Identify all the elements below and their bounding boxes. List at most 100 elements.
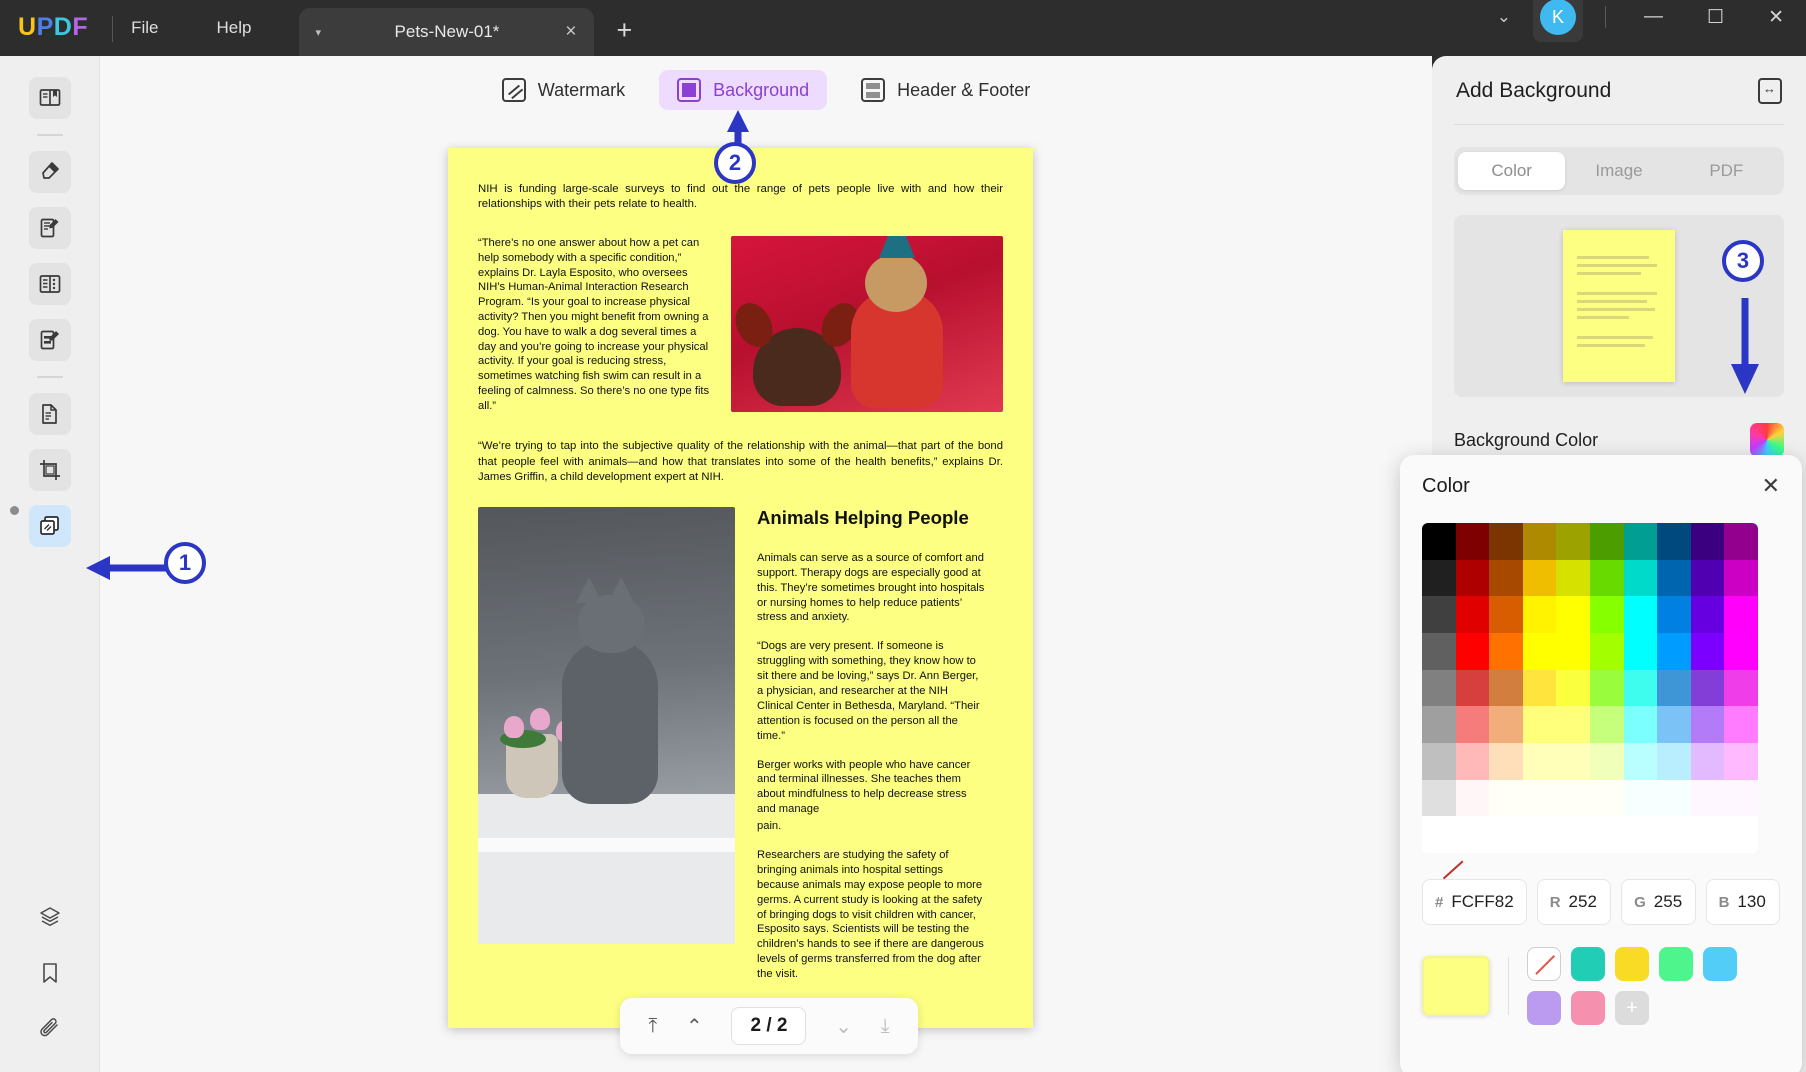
collapse-panel-icon[interactable]: [1758, 78, 1782, 104]
color-grid-cell[interactable]: [1489, 816, 1523, 853]
color-grid-cell[interactable]: [1556, 779, 1590, 817]
first-page-button[interactable]: ⤒: [648, 1015, 657, 1038]
color-grid-cell[interactable]: [1724, 633, 1758, 670]
rail-item-edit-pdf[interactable]: [28, 207, 71, 249]
color-grid-cell[interactable]: [1589, 816, 1624, 853]
color-grid-cell[interactable]: [1489, 633, 1523, 670]
color-grid-cell[interactable]: [1623, 779, 1658, 817]
color-grid-cell[interactable]: [1522, 559, 1557, 597]
color-grid-cell[interactable]: [1422, 779, 1456, 817]
color-grid-cell[interactable]: [1455, 743, 1490, 780]
color-grid-cell[interactable]: [1556, 816, 1590, 853]
color-grid-cell[interactable]: [1657, 523, 1691, 560]
tab-background[interactable]: Background: [659, 70, 828, 110]
color-grid-cell[interactable]: [1724, 816, 1758, 853]
color-grid-cell[interactable]: [1556, 706, 1590, 743]
color-grid-cell[interactable]: [1422, 523, 1456, 560]
rail-item-background-watermark[interactable]: [28, 505, 71, 547]
rail-item-layers[interactable]: [29, 896, 71, 938]
color-grid-cell[interactable]: [1724, 523, 1758, 560]
color-grid-cell[interactable]: [1623, 706, 1658, 743]
rail-item-convert[interactable]: [28, 393, 71, 435]
color-grid-cell[interactable]: [1657, 669, 1691, 707]
color-grid-cell[interactable]: [1522, 669, 1557, 707]
color-grid-cell[interactable]: [1657, 743, 1691, 780]
rail-item-annotate[interactable]: [28, 151, 71, 193]
color-grid-cell[interactable]: [1422, 743, 1456, 780]
rail-item-form[interactable]: [28, 319, 71, 361]
rail-item-page-organize[interactable]: [28, 263, 71, 305]
swatch-add-color[interactable]: +: [1615, 991, 1649, 1025]
color-grid-cell[interactable]: [1690, 779, 1725, 817]
color-grid-cell[interactable]: [1589, 633, 1624, 670]
color-grid-cell[interactable]: [1489, 523, 1523, 560]
pdf-page[interactable]: NIH is funding large-scale surveys to fi…: [448, 148, 1033, 1028]
close-window-button[interactable]: ✕: [1746, 2, 1806, 33]
color-grid-cell[interactable]: [1724, 669, 1758, 707]
swatch-preset[interactable]: [1571, 947, 1605, 981]
tab-watermark[interactable]: Watermark: [484, 70, 643, 110]
color-grid-cell[interactable]: [1623, 743, 1658, 780]
color-grid-cell[interactable]: [1455, 669, 1490, 707]
rail-item-attachment[interactable]: [29, 1008, 71, 1050]
color-grid-cell[interactable]: [1556, 559, 1590, 597]
color-grid-cell[interactable]: [1556, 523, 1590, 560]
tab-header-footer[interactable]: Header & Footer: [843, 70, 1048, 110]
color-grid-cell[interactable]: [1556, 743, 1590, 780]
color-grid-cell[interactable]: [1623, 633, 1658, 670]
swatch-no-color[interactable]: [1527, 947, 1561, 981]
next-page-button[interactable]: ⌄: [835, 1014, 852, 1039]
color-grid-cell[interactable]: [1623, 816, 1658, 853]
color-grid-cell[interactable]: [1455, 559, 1490, 597]
hex-field[interactable]: # FCFF82: [1422, 879, 1527, 925]
swatch-preset[interactable]: [1527, 991, 1561, 1025]
color-grid-cell[interactable]: [1690, 743, 1725, 780]
color-grid-cell[interactable]: [1489, 669, 1523, 707]
color-grid-cell[interactable]: [1422, 596, 1456, 633]
tab-chevron-down-icon[interactable]: ▾: [315, 26, 321, 39]
color-grid-cell[interactable]: [1657, 706, 1691, 743]
color-grid-cell[interactable]: [1455, 779, 1490, 817]
color-grid-cell[interactable]: [1657, 633, 1691, 670]
rail-item-crop[interactable]: [28, 449, 71, 491]
rail-item-reader[interactable]: [28, 77, 71, 119]
color-grid-cell[interactable]: [1455, 633, 1490, 670]
color-grid-cell[interactable]: [1623, 669, 1658, 707]
color-grid-cell[interactable]: [1455, 816, 1490, 853]
close-icon[interactable]: ✕: [1762, 473, 1780, 499]
color-grid-cell[interactable]: [1489, 559, 1523, 597]
color-grid-cell[interactable]: [1589, 596, 1624, 633]
tab-image[interactable]: Image: [1565, 152, 1672, 190]
color-grid-cell[interactable]: [1724, 596, 1758, 633]
color-grid-cell[interactable]: [1724, 743, 1758, 780]
color-grid-cell[interactable]: [1589, 523, 1624, 560]
color-grid-cell[interactable]: [1455, 523, 1490, 560]
tab-close-icon[interactable]: ×: [565, 21, 576, 43]
color-grid-cell[interactable]: [1422, 669, 1456, 707]
color-grid-cell[interactable]: [1690, 816, 1725, 853]
swatch-preset[interactable]: [1659, 947, 1693, 981]
color-grid-cell[interactable]: [1724, 779, 1758, 817]
minimize-button[interactable]: —: [1622, 2, 1685, 32]
page-indicator[interactable]: 2 / 2: [731, 1007, 807, 1045]
preset-swatch-grid[interactable]: +: [1527, 947, 1767, 1025]
background-color-swatch[interactable]: [1750, 423, 1784, 457]
color-grid-cell[interactable]: [1489, 596, 1523, 633]
color-grid-cell[interactable]: [1556, 596, 1590, 633]
more-chevron-down-icon[interactable]: ⌄: [1481, 3, 1527, 31]
green-field[interactable]: G 255: [1621, 879, 1696, 925]
red-field[interactable]: R 252: [1536, 879, 1612, 925]
color-grid-cell[interactable]: [1690, 669, 1725, 707]
color-grid-cell[interactable]: [1489, 779, 1523, 817]
color-grid-cell[interactable]: [1422, 559, 1456, 597]
color-grid-cell[interactable]: [1724, 559, 1758, 597]
color-grid-cell[interactable]: [1455, 596, 1490, 633]
blue-field[interactable]: B 130: [1705, 879, 1780, 925]
rail-collapse-handle[interactable]: [10, 506, 19, 515]
color-grid-cell[interactable]: [1589, 779, 1624, 817]
color-grid-cell[interactable]: [1657, 816, 1691, 853]
color-grid-cell[interactable]: [1589, 669, 1624, 707]
color-grid-cell[interactable]: [1623, 596, 1658, 633]
color-grid-cell[interactable]: [1522, 816, 1557, 853]
color-grid-cell[interactable]: [1690, 596, 1725, 633]
